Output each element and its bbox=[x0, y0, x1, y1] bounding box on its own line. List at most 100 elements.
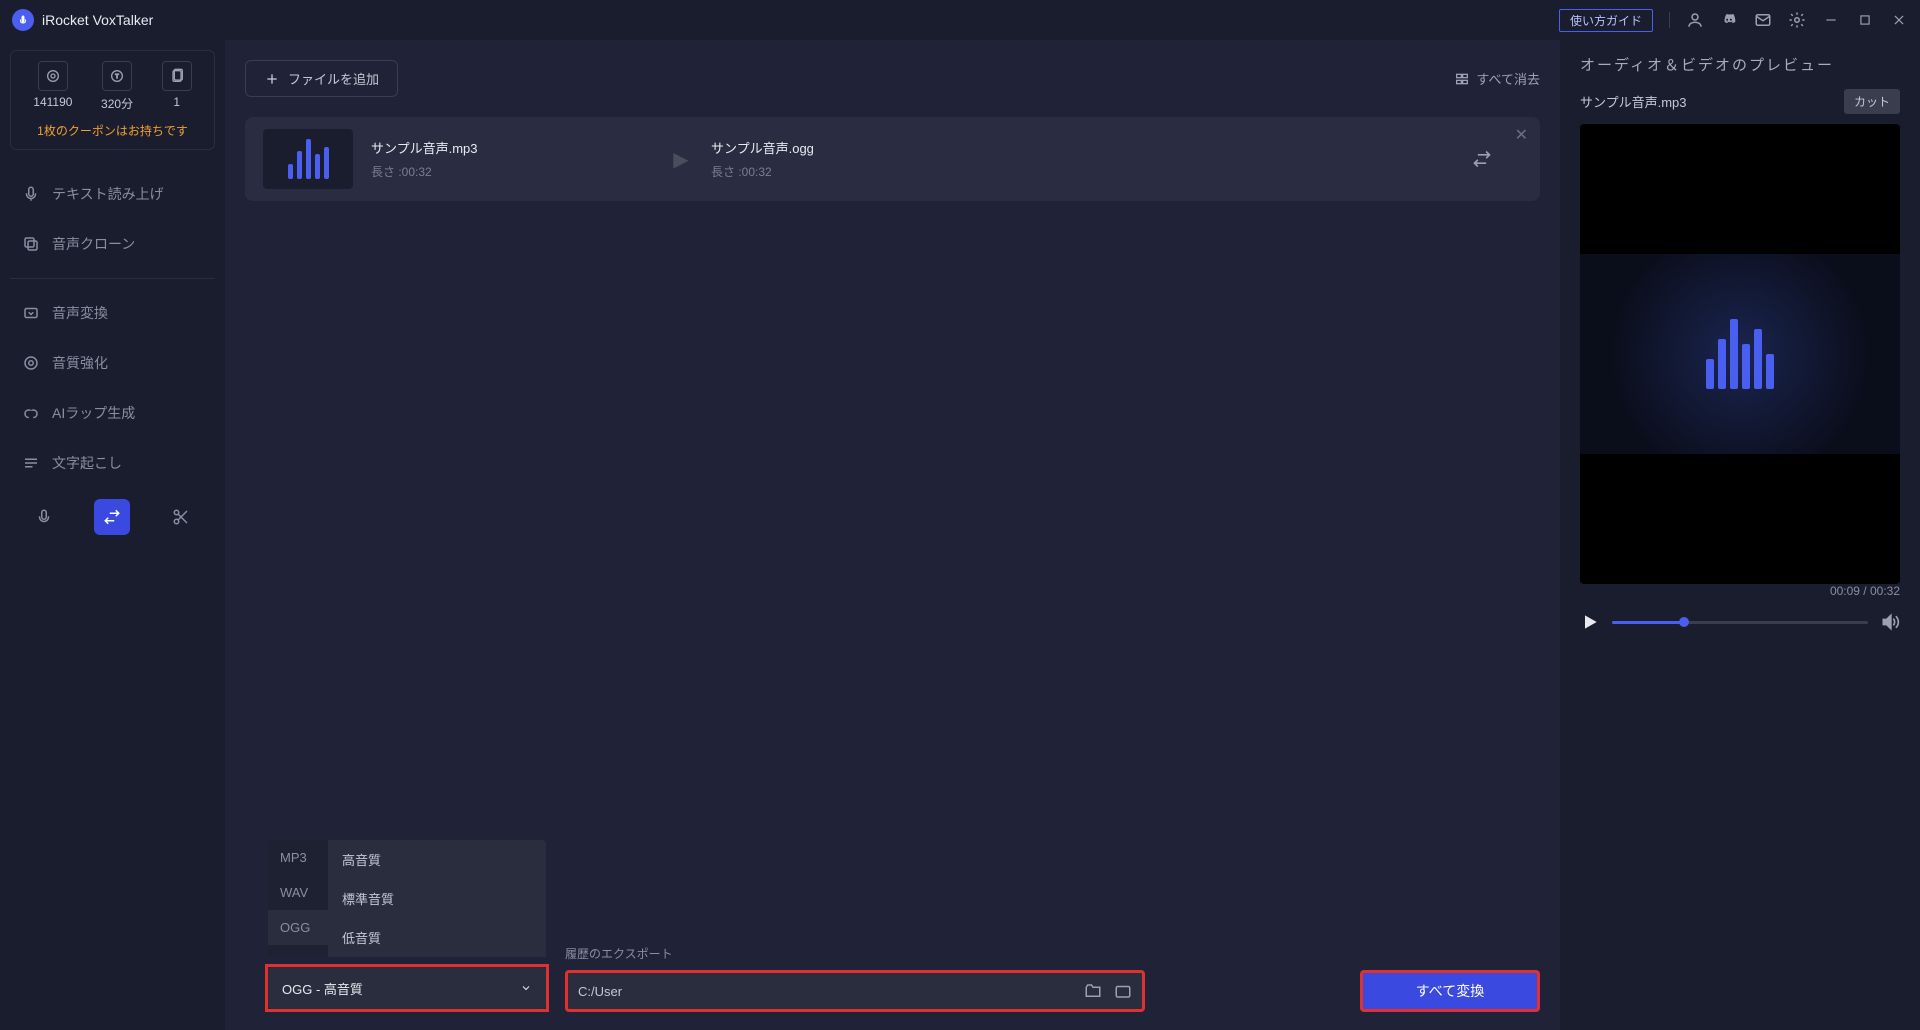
stat-minutes[interactable]: T 320分 bbox=[101, 61, 133, 112]
svg-text:T: T bbox=[115, 74, 119, 80]
play-button[interactable] bbox=[1580, 612, 1600, 632]
close-icon[interactable] bbox=[1890, 11, 1908, 29]
discord-icon[interactable] bbox=[1720, 11, 1738, 29]
preview-controls bbox=[1580, 612, 1900, 632]
content-area: ファイルを追加 すべて消去 ✕ サンプル音声.mp3 長さ :00:32 bbox=[225, 40, 1560, 1030]
preview-header: サンプル音声.mp3 カット bbox=[1580, 89, 1900, 114]
tool-mic[interactable] bbox=[26, 499, 62, 535]
preview-video[interactable] bbox=[1580, 124, 1900, 584]
user-icon[interactable] bbox=[1686, 11, 1704, 29]
nav-enhance[interactable]: 音質強化 bbox=[10, 339, 215, 387]
chevron-down-icon bbox=[520, 982, 532, 994]
preview-panel: オーディオ＆ビデオのプレビュー サンプル音声.mp3 カット 00:09 / 0… bbox=[1560, 40, 1920, 1030]
arrow-right-icon: ▶ bbox=[651, 147, 711, 172]
clear-all-button[interactable]: すべて消去 bbox=[1454, 69, 1540, 88]
enhance-icon bbox=[22, 354, 40, 372]
preview-title: オーディオ＆ビデオのプレビュー bbox=[1580, 54, 1900, 75]
nav-convert-label: 音声変換 bbox=[52, 303, 108, 323]
separator bbox=[1669, 12, 1670, 28]
nav-clone-label: 音声クローン bbox=[52, 234, 135, 254]
stat-minutes-value: 320分 bbox=[101, 95, 133, 112]
file-source-duration: 長さ :00:32 bbox=[371, 163, 651, 180]
clear-all-label: すべて消去 bbox=[1476, 69, 1540, 88]
minimize-icon[interactable] bbox=[1822, 11, 1840, 29]
tool-row bbox=[10, 499, 215, 535]
export-label: 履歴のエクスポート bbox=[565, 945, 1145, 962]
file-remove-icon[interactable]: ✕ bbox=[1515, 125, 1528, 145]
convert-icon bbox=[22, 304, 40, 322]
plus-icon bbox=[264, 71, 280, 87]
nav-divider bbox=[10, 278, 215, 279]
convert-all-button[interactable]: すべて変換 bbox=[1360, 970, 1540, 1012]
app-logo-wrap: iRocket VoxTalker bbox=[12, 9, 153, 31]
file-dest-info: サンプル音声.ogg 長さ :00:32 bbox=[711, 138, 991, 180]
add-file-button[interactable]: ファイルを追加 bbox=[245, 60, 398, 97]
format-option-wav[interactable]: WAV bbox=[268, 875, 328, 910]
nav-transcribe-label: 文字起こし bbox=[52, 453, 122, 473]
nav-convert[interactable]: 音声変換 bbox=[10, 289, 215, 337]
clear-icon bbox=[1454, 71, 1470, 87]
tts-icon bbox=[22, 185, 40, 203]
export-path-box bbox=[565, 970, 1145, 1012]
file-dest-duration: 長さ :00:32 bbox=[711, 163, 991, 180]
quality-option-std[interactable]: 標準音質 bbox=[328, 879, 546, 918]
stat-words[interactable]: 141190 bbox=[33, 61, 72, 112]
stats-box: 141190 T 320分 1 1枚のクーポンはお持ちです bbox=[10, 50, 215, 150]
file-source-name: サンプル音声.mp3 bbox=[371, 138, 651, 157]
volume-icon[interactable] bbox=[1880, 612, 1900, 632]
app-logo-icon bbox=[12, 9, 34, 31]
swap-icon[interactable] bbox=[1472, 149, 1492, 169]
guide-button[interactable]: 使い方ガイド bbox=[1559, 9, 1653, 32]
tool-cut[interactable] bbox=[163, 499, 199, 535]
stat-credits[interactable]: 1 bbox=[162, 61, 192, 112]
stat-words-value: 141190 bbox=[33, 95, 72, 109]
nav-tts-label: テキスト読み上げ bbox=[52, 184, 164, 204]
mail-icon[interactable] bbox=[1754, 11, 1772, 29]
preview-waveform bbox=[1580, 254, 1900, 454]
nav-tts[interactable]: テキスト読み上げ bbox=[10, 170, 215, 218]
quality-option-high[interactable]: 高音質 bbox=[328, 840, 546, 879]
cut-button[interactable]: カット bbox=[1844, 89, 1900, 114]
progress-knob[interactable] bbox=[1679, 617, 1689, 627]
minutes-icon: T bbox=[102, 61, 132, 91]
titlebar-right: 使い方ガイド bbox=[1559, 9, 1908, 32]
coupon-text: 1枚のクーポンはお持ちです bbox=[19, 122, 206, 139]
titlebar: iRocket VoxTalker 使い方ガイド bbox=[0, 0, 1920, 40]
rap-icon bbox=[22, 404, 40, 422]
progress-bar[interactable] bbox=[1612, 621, 1868, 624]
nav-transcribe[interactable]: 文字起こし bbox=[10, 439, 215, 487]
tool-convert-active[interactable] bbox=[94, 499, 130, 535]
settings-icon[interactable] bbox=[1788, 11, 1806, 29]
quality-option-low[interactable]: 低音質 bbox=[328, 918, 546, 957]
nav-rap-label: AIラップ生成 bbox=[52, 403, 135, 423]
nav: テキスト読み上げ 音声クローン 音声変換 音質強化 AIラップ生成 文字起こ bbox=[10, 170, 215, 487]
main-layout: 141190 T 320分 1 1枚のクーポンはお持ちです テキスト読み上げ bbox=[0, 40, 1920, 1030]
preview-filename: サンプル音声.mp3 bbox=[1580, 92, 1687, 111]
export-wrap: 履歴のエクスポート bbox=[565, 945, 1145, 1012]
format-dropdown[interactable]: MP3 WAV OGG 高音質 標準音質 低音質 OGG - 高音質 bbox=[265, 964, 549, 1012]
stat-credits-value: 1 bbox=[173, 95, 180, 109]
maximize-icon[interactable] bbox=[1856, 11, 1874, 29]
nav-clone[interactable]: 音声クローン bbox=[10, 220, 215, 268]
nav-enhance-label: 音質強化 bbox=[52, 353, 108, 373]
open-folder-icon[interactable] bbox=[1114, 982, 1132, 1000]
format-column: MP3 WAV OGG bbox=[268, 840, 328, 957]
convert-all-label: すべて変換 bbox=[1416, 981, 1484, 1001]
clone-icon bbox=[22, 235, 40, 253]
file-thumbnail bbox=[263, 129, 353, 189]
app-title: iRocket VoxTalker bbox=[42, 12, 153, 28]
browse-folder-icon[interactable] bbox=[1084, 982, 1102, 1000]
format-selected[interactable]: OGG - 高音質 bbox=[268, 967, 546, 1009]
nav-rap[interactable]: AIラップ生成 bbox=[10, 389, 215, 437]
waveform-icon bbox=[288, 139, 329, 179]
export-path-input[interactable] bbox=[578, 984, 1084, 999]
content-top: ファイルを追加 すべて消去 bbox=[245, 60, 1560, 97]
format-option-mp3[interactable]: MP3 bbox=[268, 840, 328, 875]
bottom-bar: MP3 WAV OGG 高音質 標準音質 低音質 OGG - 高音質 履 bbox=[245, 927, 1560, 1030]
waveform-large-icon bbox=[1706, 319, 1774, 389]
format-option-ogg[interactable]: OGG bbox=[268, 910, 328, 945]
add-file-label: ファイルを追加 bbox=[288, 69, 379, 88]
file-card[interactable]: ✕ サンプル音声.mp3 長さ :00:32 ▶ サンプル音声.ogg 長さ :… bbox=[245, 117, 1540, 201]
progress-fill bbox=[1612, 621, 1684, 624]
format-menu: MP3 WAV OGG 高音質 標準音質 低音質 bbox=[268, 840, 546, 957]
